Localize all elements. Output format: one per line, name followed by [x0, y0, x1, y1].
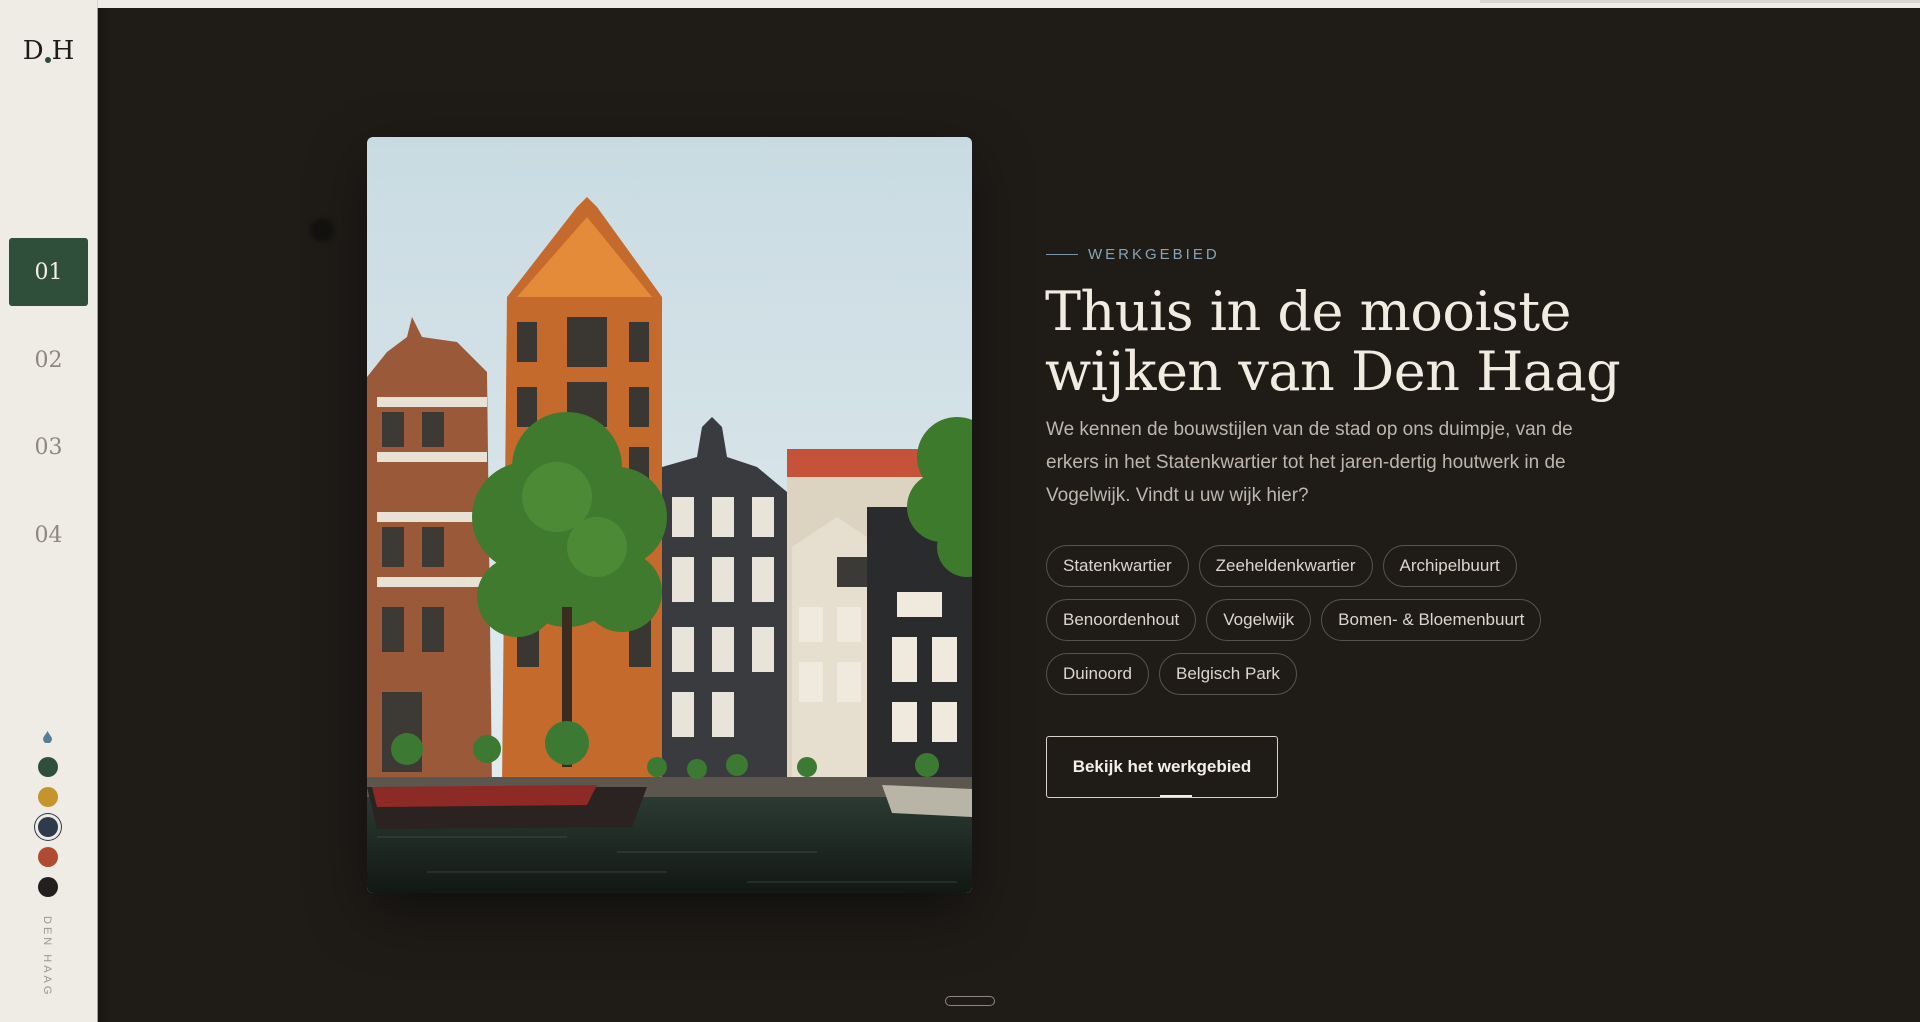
chip-archipelbuurt[interactable]: Archipelbuurt — [1382, 545, 1517, 587]
swatch-green[interactable] — [38, 757, 58, 777]
neighbourhood-chips: Statenkwartier Zeeheldenkwartier Archipe… — [1046, 545, 1606, 707]
canal-houses-photo — [367, 137, 972, 893]
nav-item-label: 03 — [34, 434, 63, 460]
cta-underline — [1160, 795, 1192, 797]
chip-row: Benoordenhout Vogelwijk Bomen- & Bloemen… — [1046, 599, 1606, 641]
nav-item-label: 01 — [34, 259, 63, 285]
logo-letter-d: D — [22, 36, 44, 66]
nav-item-label: 02 — [34, 347, 63, 373]
logo-dot — [44, 57, 51, 63]
chip-zeeheldenkwartier[interactable]: Zeeheldenkwartier — [1198, 545, 1373, 587]
nav-item-03[interactable]: 03 — [9, 413, 88, 481]
eyebrow-line — [1046, 254, 1078, 255]
nav-item-01[interactable]: 01 — [9, 238, 88, 306]
cta-label: Bekijk het werkgebied — [1072, 757, 1252, 776]
chip-row: Duinoord Belgisch Park — [1046, 653, 1606, 695]
city-vertical-label: DEN HAAG — [41, 916, 53, 998]
drop-icon — [43, 731, 52, 743]
chip-row: Statenkwartier Zeeheldenkwartier Archipe… — [1046, 545, 1606, 587]
section-eyebrow: WERKGEBIED — [1046, 246, 1220, 263]
chip-belgisch-park[interactable]: Belgisch Park — [1159, 653, 1297, 695]
swatch-black[interactable] — [38, 877, 58, 897]
eyebrow-text: WERKGEBIED — [1088, 246, 1220, 263]
nav-item-04[interactable]: 04 — [9, 501, 88, 569]
top-strip-shadow — [1480, 0, 1920, 3]
nav-item-02[interactable]: 02 — [9, 326, 88, 394]
swatch-navy[interactable] — [38, 817, 58, 837]
chip-benoordenhout[interactable]: Benoordenhout — [1046, 599, 1197, 641]
chip-vogelwijk[interactable]: Vogelwijk — [1206, 599, 1312, 641]
cursor-blob — [310, 218, 334, 242]
swatch-terracotta[interactable] — [38, 847, 58, 867]
nav-item-label: 04 — [34, 522, 63, 548]
canal-houses-illustration — [367, 137, 972, 893]
section-description: We kennen de bouwstijlen van de stad op … — [1046, 419, 1573, 506]
chip-duinoord[interactable]: Duinoord — [1046, 653, 1149, 695]
logo[interactable]: DH — [0, 36, 97, 66]
sidebar-shadow — [97, 8, 111, 1022]
section-heading: Thuis in de mooiste wijken van Den Haag — [1045, 280, 1621, 403]
sidebar: DH 01 02 03 04 DEN HAAG — [0, 0, 98, 1022]
scroll-handle[interactable] — [945, 996, 995, 1006]
chip-statenkwartier[interactable]: Statenkwartier — [1046, 545, 1189, 587]
swatch-ochre[interactable] — [38, 787, 58, 807]
logo-letter-h: H — [51, 36, 75, 66]
chip-bomen-bloemenbuurt[interactable]: Bomen- & Bloemenbuurt — [1321, 599, 1542, 641]
view-work-area-button[interactable]: Bekijk het werkgebied — [1046, 736, 1278, 798]
